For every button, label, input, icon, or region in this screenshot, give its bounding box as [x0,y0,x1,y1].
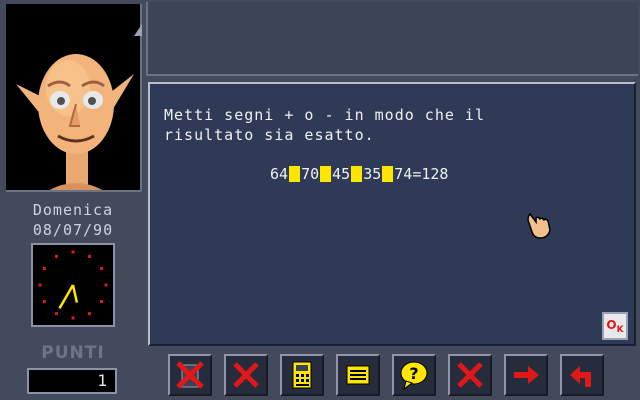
calculator-button[interactable] [280,354,324,396]
help-button[interactable]: ? [392,354,436,396]
svg-text:?: ? [409,364,418,383]
operator-slot[interactable] [382,166,394,182]
top-info-panel [146,2,638,76]
notepad-button[interactable] [336,354,380,396]
analog-clock [31,243,115,327]
character-portrait [6,4,142,192]
clock-tick [55,312,58,316]
crossed-out-trash-icon [176,361,204,389]
operand: 45 [332,165,351,183]
clock-hour-hand [71,284,79,303]
operand: 35 [363,165,382,183]
notepad-icon [346,365,370,385]
operator-slot[interactable] [351,166,363,182]
ok-label-k: K [616,325,624,335]
operator-slot[interactable] [289,166,301,182]
clock-tick [100,300,104,303]
date-label: 08/07/90 [32,221,114,239]
help-speech-bubble-icon: ? [400,361,428,391]
clock-tick [71,316,75,320]
points-value: 1 [27,368,117,394]
alien-face-icon [16,54,134,190]
equation-result: =128 [412,165,449,183]
clock-tick [42,267,46,270]
right-arrow-icon [514,366,539,384]
return-arrow-icon [570,366,591,387]
day-label: Domenica [32,201,114,219]
clock-tick [38,283,42,287]
operand: 64 [270,165,289,183]
delete-button[interactable] [168,354,212,396]
ok-label-o: O [606,318,617,332]
points-label: PUNTI [41,343,105,363]
equation: 64 70 45 35 74 =128 [270,165,448,183]
instruction-line-2: risultato sia esatto. [164,126,375,144]
ok-button[interactable]: OK [602,312,628,340]
clock-tick [88,254,91,258]
clock-tick [104,283,108,287]
notch-decoration [134,24,142,36]
clock-face-icon [38,250,108,320]
clock-minute-hand [58,284,75,310]
clock-tick [55,254,58,258]
instruction-line-1: Metti segni + o - in modo che il [164,106,485,124]
clock-tick [71,250,75,254]
red-x-icon [457,362,483,388]
operand: 70 [301,165,320,183]
operator-slot[interactable] [320,166,332,182]
calculator-icon [292,361,312,389]
next-button[interactable] [504,354,548,396]
clock-tick [88,312,91,316]
toolbar: ? [168,354,618,398]
close-button[interactable] [448,354,492,396]
clock-tick [100,267,104,270]
operand: 74 [394,165,413,183]
red-x-icon [233,362,259,388]
cancel-button[interactable] [224,354,268,396]
hand-pointer-icon [526,210,554,244]
clock-tick [42,300,46,303]
puzzle-dialog: Metti segni + o - in modo che il risulta… [148,82,636,346]
return-button[interactable] [560,354,604,396]
